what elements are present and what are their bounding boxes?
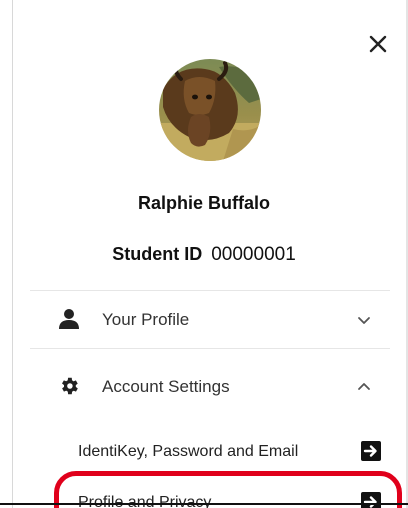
person-icon bbox=[58, 308, 80, 330]
gear-icon bbox=[58, 375, 80, 397]
divider bbox=[30, 348, 390, 349]
buffalo-avatar bbox=[159, 59, 261, 161]
user-name: Ralphie Buffalo bbox=[137, 193, 270, 213]
student-id-value: 00000001 bbox=[211, 244, 296, 265]
divider bbox=[30, 290, 390, 291]
arrow-right-box-icon bbox=[360, 440, 382, 462]
menu-item-label: Your Profile bbox=[102, 310, 190, 329]
menu-item-label: Account Settings bbox=[102, 377, 230, 396]
profile-panel: Ralphie Buffalo Student ID 00000001 Your… bbox=[0, 0, 408, 508]
submenu-item-identikey[interactable]: IdentiKey, Password and Email bbox=[48, 437, 384, 467]
menu-item-your-profile[interactable]: Your Profile bbox=[30, 292, 390, 348]
student-id: Student ID 00000001 bbox=[0, 244, 408, 266]
submenu-item-label: IdentiKey, Password and Email bbox=[78, 443, 299, 460]
avatar bbox=[159, 59, 261, 161]
close-button[interactable] bbox=[366, 32, 390, 56]
chevron-up-icon bbox=[356, 379, 372, 395]
close-icon bbox=[366, 32, 390, 56]
student-id-label: Student ID bbox=[112, 244, 203, 264]
bottom-rule bbox=[0, 503, 408, 505]
chevron-down-icon bbox=[356, 312, 372, 328]
menu-item-account-settings[interactable]: Account Settings bbox=[30, 359, 390, 415]
